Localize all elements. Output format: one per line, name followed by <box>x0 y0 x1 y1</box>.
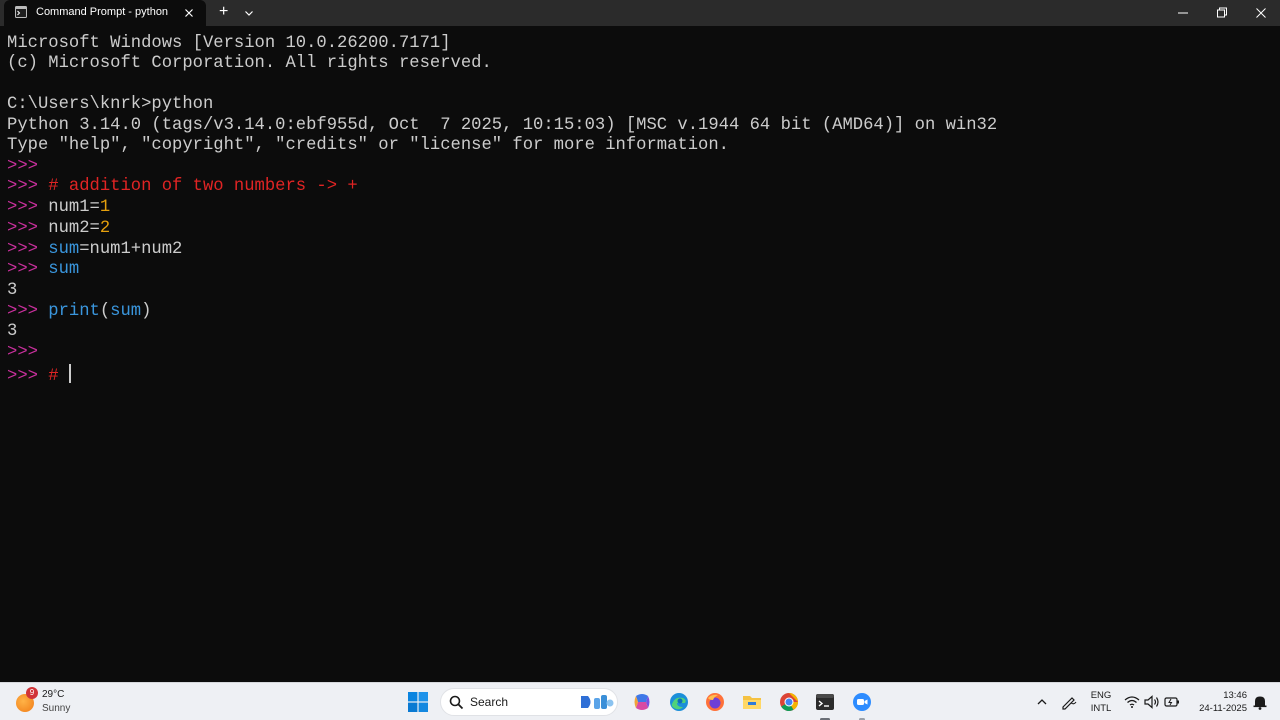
copilot-button[interactable] <box>628 688 656 716</box>
repl-prompt: >>> <box>7 343 49 362</box>
builtin-name: sum <box>110 302 142 321</box>
repl-line-empty-2: >>> <box>7 343 48 363</box>
terminal-icon <box>816 694 834 710</box>
firefox-button[interactable] <box>701 688 729 716</box>
new-tab-button[interactable]: + <box>216 3 232 21</box>
clock-date: 24-11-2025 <box>1199 703 1247 714</box>
copilot-icon <box>634 694 650 710</box>
title-bar: Command Prompt - python + <box>0 0 1280 26</box>
zoom-button[interactable] <box>848 688 876 720</box>
edge-button[interactable] <box>665 688 693 716</box>
print-function: print <box>48 302 100 321</box>
repl-prompt: >>> <box>7 198 49 217</box>
shell-command: python <box>151 95 214 114</box>
file-explorer-icon <box>743 696 761 709</box>
close-button[interactable] <box>1242 0 1280 26</box>
firefox-icon <box>706 693 724 711</box>
terminal-tab-icon <box>15 6 27 18</box>
weather-temperature: 29°C <box>42 689 65 700</box>
tab-close-icon[interactable] <box>182 6 196 20</box>
banner-line-1: Microsoft Windows [Version 10.0.26200.71… <box>7 34 451 53</box>
chevron-up-icon[interactable] <box>1033 693 1051 711</box>
code-comment: # addition of two numbers -> + <box>48 177 358 196</box>
search-icon <box>449 695 464 710</box>
repl-output-2: 3 <box>7 322 18 341</box>
builtin-name: sum <box>48 260 80 279</box>
weather-widget[interactable]: 9 29°C Sunny <box>14 687 94 717</box>
windows-start-icon <box>408 692 428 712</box>
taskbar-search-box[interactable]: Search <box>440 688 618 716</box>
shell-command-line: C:\Users\knrk>python <box>7 95 213 115</box>
search-label: Search <box>470 695 509 709</box>
plus-icon: + <box>219 3 229 20</box>
number-literal: 2 <box>99 219 111 238</box>
paren-open: ( <box>99 302 111 321</box>
repl-line-print: >>> print(sum) <box>7 302 151 322</box>
minimize-button[interactable] <box>1164 0 1202 26</box>
repl-line-comment: >>> # addition of two numbers -> + <box>7 177 358 197</box>
repl-line-assign-num1: >>> num1=1 <box>7 198 110 218</box>
keyboard-layout: INTL <box>1090 703 1112 714</box>
python-version-line: Python 3.14.0 (tags/v3.14.0:ebf955d, Oct… <box>7 116 998 135</box>
restore-icon <box>1217 7 1227 18</box>
chevron-down-icon <box>245 11 253 16</box>
battery-icon[interactable] <box>1163 693 1181 711</box>
system-clock[interactable]: 13:46 24-11-2025 <box>1187 689 1247 715</box>
terminal-button[interactable] <box>811 688 839 720</box>
shell-prompt: C:\Users\knrk> <box>7 95 152 114</box>
repl-prompt: >>> <box>7 302 49 321</box>
wifi-icon[interactable] <box>1123 693 1141 711</box>
repl-line-eval-sum: >>> sum <box>7 260 79 280</box>
edge-icon <box>670 693 688 711</box>
close-icon <box>1256 8 1266 18</box>
current-input-text[interactable]: # <box>48 367 69 386</box>
chrome-icon <box>780 693 798 712</box>
repl-line-empty: >>> <box>7 157 48 177</box>
assign-op: = <box>79 240 90 259</box>
repl-line-assign-sum: >>> sum=num1+num2 <box>7 240 182 260</box>
python-help-line: Type "help", "copyright", "credits" or "… <box>7 136 729 155</box>
expression: num1+num2 <box>89 240 183 259</box>
input-language-indicator[interactable]: ENG INTL <box>1089 689 1113 715</box>
repl-line-current-input[interactable]: >>> # <box>7 364 71 386</box>
maximize-button[interactable] <box>1203 0 1241 26</box>
minimize-icon <box>1178 12 1188 14</box>
volume-icon[interactable] <box>1143 693 1161 711</box>
repl-prompt: >>> <box>7 240 49 259</box>
repl-prompt: >>> <box>7 157 49 176</box>
terminal-output[interactable]: Microsoft Windows [Version 10.0.26200.71… <box>0 26 1280 682</box>
tab-title: Command Prompt - python <box>36 6 169 18</box>
repl-prompt: >>> <box>7 367 49 386</box>
taskbar: 9 29°C Sunny Search ENG INTL 13:46 24-11… <box>0 682 1280 720</box>
tab-dropdown-button[interactable] <box>241 5 257 21</box>
repl-prompt: >>> <box>7 219 49 238</box>
language-code: ENG <box>1090 690 1112 701</box>
pen-icon[interactable] <box>1060 693 1078 711</box>
var-name: num2 <box>48 219 90 238</box>
weather-condition: Sunny <box>42 703 71 714</box>
assign-op: = <box>89 198 100 217</box>
file-explorer-button[interactable] <box>738 688 766 716</box>
start-button[interactable] <box>404 688 432 716</box>
builtin-name: sum <box>48 240 80 259</box>
weather-badge: 9 <box>26 687 38 699</box>
text-cursor <box>68 364 71 383</box>
assign-op: = <box>89 219 100 238</box>
repl-output-1: 3 <box>7 281 18 300</box>
clock-time: 13:46 <box>1223 690 1247 701</box>
banner-line-2: (c) Microsoft Corporation. All rights re… <box>7 54 492 73</box>
search-highlight-icon <box>581 695 614 709</box>
tab-command-prompt[interactable]: Command Prompt - python <box>4 0 206 26</box>
repl-prompt: >>> <box>7 177 49 196</box>
var-name: num1 <box>48 198 90 217</box>
zoom-icon <box>853 693 871 711</box>
chrome-button[interactable] <box>775 688 803 716</box>
notification-icon[interactable] <box>1251 693 1269 711</box>
repl-prompt: >>> <box>7 260 49 279</box>
paren-close: ) <box>141 302 152 321</box>
repl-line-assign-num2: >>> num2=2 <box>7 219 110 239</box>
number-literal: 1 <box>99 198 111 217</box>
